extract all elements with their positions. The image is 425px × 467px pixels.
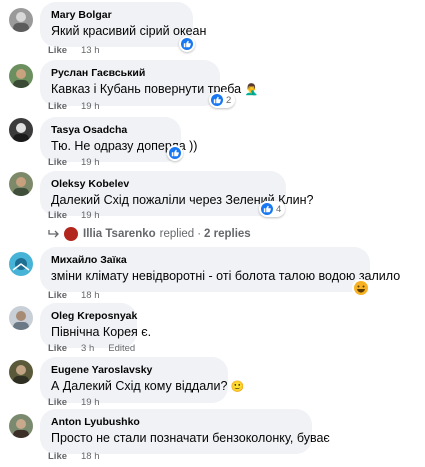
avatar[interactable] xyxy=(9,252,33,276)
reply-author: Illia Tsarenko xyxy=(83,228,156,240)
timestamp[interactable]: 18 h xyxy=(81,290,100,301)
like-link[interactable]: Like xyxy=(48,101,67,112)
comment-text: Просто не стали позначати бензоколонку, … xyxy=(51,431,330,445)
reaction-count[interactable] xyxy=(179,36,195,52)
like-link[interactable]: Like xyxy=(48,157,67,168)
comment-meta: Like 3 h Edited xyxy=(48,343,135,355)
reaction-number: 4 xyxy=(276,203,282,215)
comment-author[interactable]: Михайло Заїка xyxy=(51,254,359,267)
comment-text: Який красивий сірий океан xyxy=(51,24,207,38)
comment-meta: Like 19 h xyxy=(48,397,100,409)
avatar[interactable] xyxy=(9,172,33,196)
like-link[interactable]: Like xyxy=(48,210,67,221)
timestamp[interactable]: 18 h xyxy=(81,451,100,462)
edited-label: Edited xyxy=(108,343,136,354)
comment-author[interactable]: Mary Bolgar xyxy=(51,9,182,22)
reaction-count[interactable]: 2 xyxy=(209,92,236,108)
comment-meta: Like 18 h xyxy=(48,451,100,463)
avatar[interactable] xyxy=(9,64,33,88)
timestamp[interactable]: 19 h xyxy=(81,210,100,221)
comment-bubble: Anton Lyubushko Просто не стали позначат… xyxy=(40,409,330,454)
comment-meta: Like 19 h xyxy=(48,210,100,222)
comment-text: Північна Корея є. xyxy=(51,325,152,339)
timestamp[interactable]: 3 h xyxy=(81,343,94,354)
comment-text: А Далекий Схід кому віддали? 🙂 xyxy=(51,379,245,393)
reaction-count[interactable]: 4 xyxy=(259,201,286,217)
comment-bubble: Руслан Гаєвський Кавказ і Кубань поверну… xyxy=(40,60,259,106)
comment-meta: Like 19 h xyxy=(48,157,100,169)
thumbs-up-icon xyxy=(261,203,273,215)
timestamp[interactable]: 19 h xyxy=(81,101,100,112)
comment-bubble: Михайло Заїка зміни клімату невідворотні… xyxy=(40,247,401,292)
timestamp[interactable]: 19 h xyxy=(81,397,100,408)
comment-bubble: Oleg Kreposnyak Північна Корея є. xyxy=(40,303,152,348)
avatar xyxy=(64,227,78,241)
like-link[interactable]: Like xyxy=(48,397,67,408)
avatar[interactable] xyxy=(9,360,33,384)
view-replies[interactable]: Illia Tsarenko replied · 2 replies xyxy=(48,225,251,243)
timestamp[interactable]: 13 h xyxy=(81,45,100,56)
avatar[interactable] xyxy=(9,118,33,142)
comment-bubble: Tasya Osadcha Тю. Не одразу доперла )) xyxy=(40,117,198,162)
thumbs-up-icon xyxy=(169,147,181,159)
comment-author[interactable]: Anton Lyubushko xyxy=(51,416,301,429)
comment-meta: Like 13 h xyxy=(48,45,100,57)
like-link[interactable]: Like xyxy=(48,45,67,56)
timestamp[interactable]: 19 h xyxy=(81,157,100,168)
comment-text: Кавказ і Кубань повернути треба 🤦‍♂️ xyxy=(51,82,259,96)
reply-action: replied xyxy=(159,228,195,240)
comment-author[interactable]: Oleg Kreposnyak xyxy=(51,310,137,323)
like-link[interactable]: Like xyxy=(48,290,67,301)
comment-author[interactable]: Руслан Гаєвський xyxy=(51,67,209,80)
comment-text: Далекий Схід пожаліли через Зелений Клин… xyxy=(51,193,314,207)
reply-arrow-icon xyxy=(48,230,59,238)
comment-meta: Like 18 h xyxy=(48,290,100,302)
avatar[interactable] xyxy=(9,414,33,438)
comment-author[interactable]: Oleksy Kobelev xyxy=(51,178,275,191)
comment-author[interactable]: Tasya Osadcha xyxy=(51,124,170,137)
comment-text: Тю. Не одразу доперла )) xyxy=(51,139,198,153)
comment-text: зміни клімату невідворотні - оті болота … xyxy=(51,269,401,283)
laugh-emoji-icon[interactable] xyxy=(354,281,368,295)
like-link[interactable]: Like xyxy=(48,343,67,354)
reaction-count[interactable] xyxy=(167,145,183,161)
avatar[interactable] xyxy=(9,8,33,32)
separator: · xyxy=(197,228,202,240)
replies-count: 2 replies xyxy=(204,228,251,240)
like-link[interactable]: Like xyxy=(48,451,67,462)
reaction-number: 2 xyxy=(226,94,232,106)
thumbs-up-icon xyxy=(181,38,193,50)
comment-author[interactable]: Eugene Yaroslavsky xyxy=(51,364,217,377)
thumbs-up-icon xyxy=(211,94,223,106)
avatar[interactable] xyxy=(9,306,33,330)
comment-bubble: Mary Bolgar Який красивий сірий океан xyxy=(40,2,207,47)
comment-meta: Like 19 h xyxy=(48,101,100,113)
